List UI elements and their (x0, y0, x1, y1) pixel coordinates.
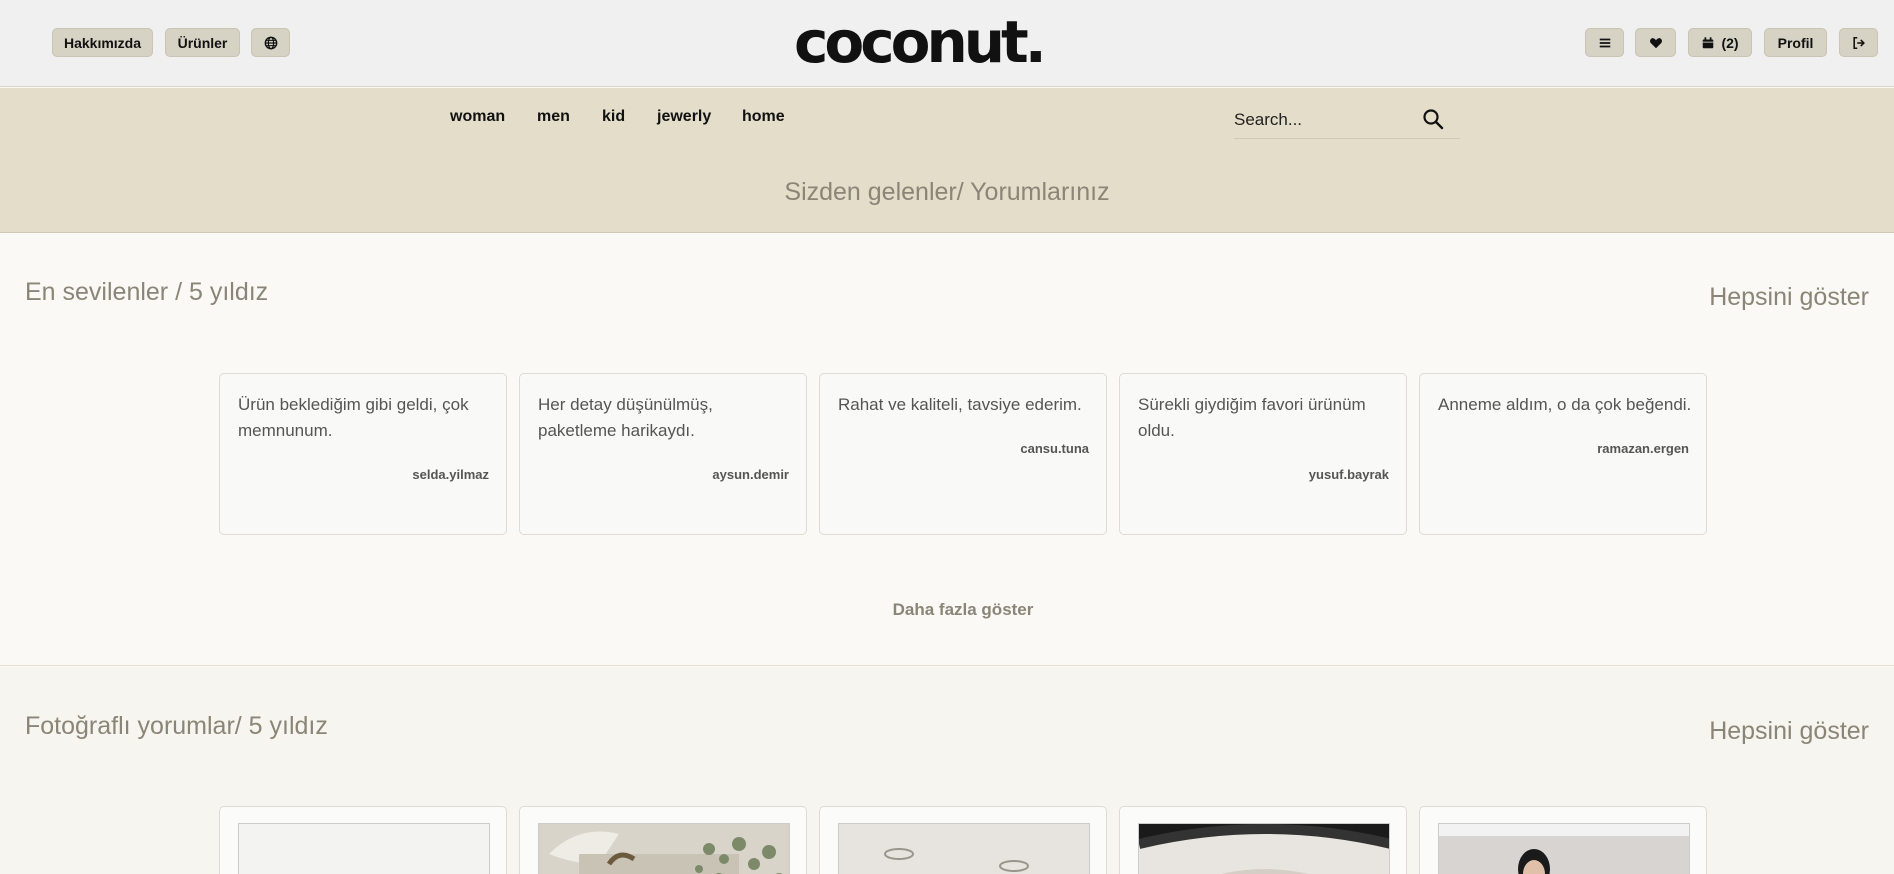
cart-button[interactable]: (2) (1688, 28, 1752, 57)
hamburger-icon (1599, 38, 1610, 47)
nav-link-kid[interactable]: kid (602, 108, 625, 126)
search-box (1234, 104, 1460, 139)
review-photo (838, 823, 1090, 874)
photo-reviews-show-all-link[interactable]: Hepsini göster (1709, 717, 1869, 746)
show-more-button[interactable]: Daha fazla göster (0, 600, 1894, 620)
review-user: cansu.tuna (1020, 441, 1089, 456)
review-photo (1438, 823, 1690, 874)
review-photo (1138, 823, 1390, 874)
review-photo-image (839, 824, 1089, 874)
photo-reviews-title: Fotoğraflı yorumlar/ 5 yıldız (25, 712, 328, 740)
photo-review-card[interactable] (1419, 806, 1707, 874)
top-reviews-show-all-link[interactable]: Hepsini göster (1709, 283, 1869, 312)
review-photo (538, 823, 790, 874)
photo-review-card[interactable] (219, 806, 507, 874)
products-button[interactable]: Ürünler (165, 28, 240, 57)
review-text: Sürekli giydiğim favori ürünüm oldu. (1138, 395, 1366, 440)
coconut-logo[interactable]: coconut. (794, 13, 1058, 71)
review-card: Sürekli giydiğim favori ürünüm oldu. yus… (1119, 373, 1407, 535)
review-photo-image (1439, 824, 1689, 874)
review-text: Rahat ve kaliteli, tavsiye ederim. (838, 395, 1082, 414)
review-card: Her detay düşünülmüş, paketleme harikayd… (519, 373, 807, 535)
search-icon[interactable] (1421, 107, 1445, 131)
about-button[interactable]: Hakkımızda (52, 28, 153, 57)
review-user: yusuf.bayrak (1308, 467, 1389, 482)
globe-icon (264, 36, 277, 49)
review-user: ramazan.ergen (1597, 441, 1689, 456)
search-input[interactable] (1234, 104, 1424, 136)
calendar-icon (1703, 36, 1714, 48)
top-bar: Hakkımızda Ürünler coconut. (2) Profil (0, 0, 1894, 87)
language-button[interactable] (251, 28, 290, 57)
review-text: Ürün beklediğim gibi geldi, çok memnunum… (238, 395, 469, 440)
review-photo (238, 823, 490, 874)
review-user: selda.yilmaz (412, 467, 489, 482)
photo-review-card[interactable] (519, 806, 807, 874)
nav-band (0, 88, 1894, 233)
logout-icon (1852, 36, 1865, 49)
logout-button[interactable] (1839, 28, 1878, 57)
menu-button[interactable] (1585, 28, 1624, 57)
nav-link-home[interactable]: home (742, 108, 785, 126)
photo-review-card[interactable] (819, 806, 1107, 874)
nav-link-men[interactable]: men (537, 108, 570, 126)
review-card: Anneme aldım, o da çok beğendi. ramazan.… (1419, 373, 1707, 535)
review-text: Her detay düşünülmüş, paketleme harikayd… (538, 395, 713, 440)
photo-review-card[interactable] (1119, 806, 1407, 874)
review-user: aysun.demir (712, 467, 789, 482)
page-title: Sizden gelenler/ Yorumlarınız (784, 178, 1110, 206)
nav-link-woman[interactable]: woman (450, 108, 505, 126)
review-card: Rahat ve kaliteli, tavsiye ederim. cansu… (819, 373, 1107, 535)
favorites-button[interactable] (1635, 28, 1676, 57)
heart-icon (1649, 37, 1662, 48)
cart-count: (2) (1721, 34, 1739, 51)
top-reviews-title: En sevilenler / 5 yıldız (25, 278, 269, 306)
review-photo-image (1139, 824, 1389, 874)
review-photo-image (539, 824, 789, 874)
review-text: Anneme aldım, o da çok beğendi. (1438, 395, 1692, 414)
nav-link-jewerly[interactable]: jewerly (657, 108, 711, 126)
profile-button[interactable]: Profil (1764, 28, 1827, 57)
review-card: Ürün beklediğim gibi geldi, çok memnunum… (219, 373, 507, 535)
